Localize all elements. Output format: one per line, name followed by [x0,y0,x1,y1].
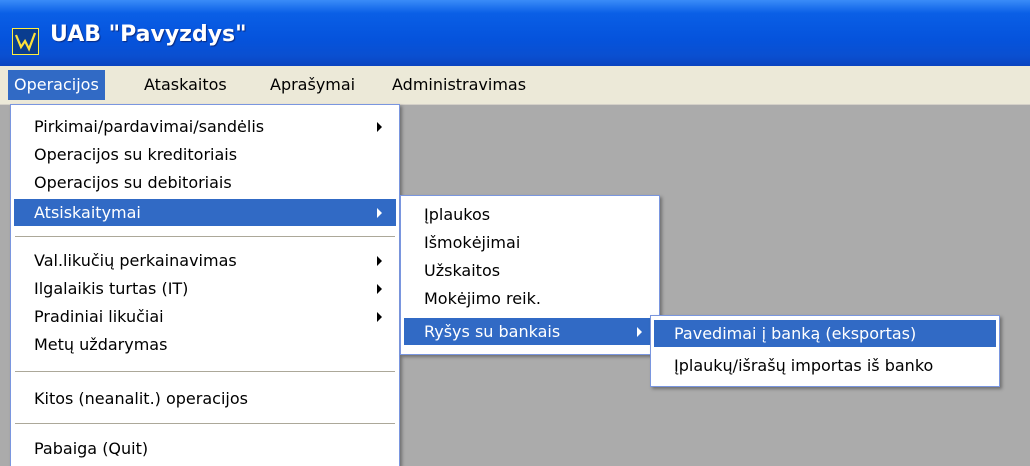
menu-ataskaitos[interactable]: Ataskaitos [138,70,233,100]
atsiskaitymai-submenu: Įplaukos Išmokėjimai Užskaitos Mokėjimo … [400,195,660,355]
menu-item-label: Kitos (neanalit.) operacijos [34,389,248,408]
menu-item-label: Pavedimai į banką (eksportas) [674,324,917,343]
menu-item-pradiniai-likuciai[interactable]: Pradiniai likučiai [14,303,396,330]
menu-item-pirkimai[interactable]: Pirkimai/pardavimai/sandėlis [14,113,396,140]
menu-item-atsiskaitymai[interactable]: Atsiskaitymai [14,199,396,226]
menu-operacijos[interactable]: Operacijos [8,70,105,100]
menu-item-label: Pabaiga (Quit) [34,439,149,458]
menu-item-label: Pirkimai/pardavimai/sandėlis [34,117,265,136]
title-bar[interactable]: UAB "Pavyzdys" [0,0,1030,66]
menu-item-label: Užskaitos [424,261,501,280]
bankai-submenu: Pavedimai į banką (eksportas) Įplaukų/iš… [650,315,1000,387]
menu-item-label: Ryšys su bankais [424,322,561,341]
menu-administravimas[interactable]: Administravimas [386,70,532,100]
menu-item-metu-uzdarymas[interactable]: Metų uždarymas [14,331,396,358]
menu-item-label: Metų uždarymas [34,335,168,354]
window-title: UAB "Pavyzdys" [50,22,247,47]
menu-item-debitoriai[interactable]: Operacijos su debitoriais [14,169,396,196]
menu-item-val-perkainavimas[interactable]: Val.likučių perkainavimas [14,247,396,274]
menu-item-label: Operacijos su kreditoriais [34,145,238,164]
menu-item-label: Išmokėjimai [424,233,521,252]
menu-bar: Operacijos Ataskaitos Aprašymai Administ… [0,66,1030,105]
menu-item-iplaukos[interactable]: Įplaukos [404,201,656,228]
submenu-arrow-icon [377,256,382,266]
submenu-arrow-icon [377,284,382,294]
menu-item-mokejimo-reik[interactable]: Mokėjimo reik. [404,285,656,312]
menu-aprasymai[interactable]: Aprašymai [264,70,361,100]
menu-item-pavedimai-eksportas[interactable]: Pavedimai į banką (eksportas) [654,320,996,347]
menu-separator [15,236,395,237]
submenu-arrow-icon [377,122,382,132]
menu-separator [15,371,395,372]
menu-item-kreditoriai[interactable]: Operacijos su kreditoriais [14,141,396,168]
app-icon[interactable] [12,28,39,55]
menu-item-pabaiga[interactable]: Pabaiga (Quit) [14,435,396,462]
menu-item-uzskaitos[interactable]: Užskaitos [404,257,656,284]
menu-item-iplauku-importas[interactable]: Įplaukų/išrašų importas iš banko [654,352,996,379]
menu-item-label: Mokėjimo reik. [424,289,541,308]
submenu-arrow-icon [377,312,382,322]
menu-item-rysys-su-bankais[interactable]: Ryšys su bankais [404,318,656,345]
operacijos-dropdown: Pirkimai/pardavimai/sandėlis Operacijos … [10,104,400,466]
menu-item-kitos-operacijos[interactable]: Kitos (neanalit.) operacijos [14,385,396,412]
menu-item-ilgalaikis-turtas[interactable]: Ilgalaikis turtas (IT) [14,275,396,302]
menu-item-ismokejimai[interactable]: Išmokėjimai [404,229,656,256]
menu-item-label: Val.likučių perkainavimas [34,251,237,270]
menu-separator [15,423,395,424]
submenu-arrow-icon [637,327,642,337]
submenu-arrow-icon [377,208,382,218]
menu-item-label: Atsiskaitymai [34,203,141,222]
menu-item-label: Įplaukų/išrašų importas iš banko [674,356,934,375]
menu-item-label: Operacijos su debitoriais [34,173,232,192]
menu-item-label: Įplaukos [424,205,491,224]
menu-item-label: Ilgalaikis turtas (IT) [34,279,189,298]
menu-item-label: Pradiniai likučiai [34,307,164,326]
